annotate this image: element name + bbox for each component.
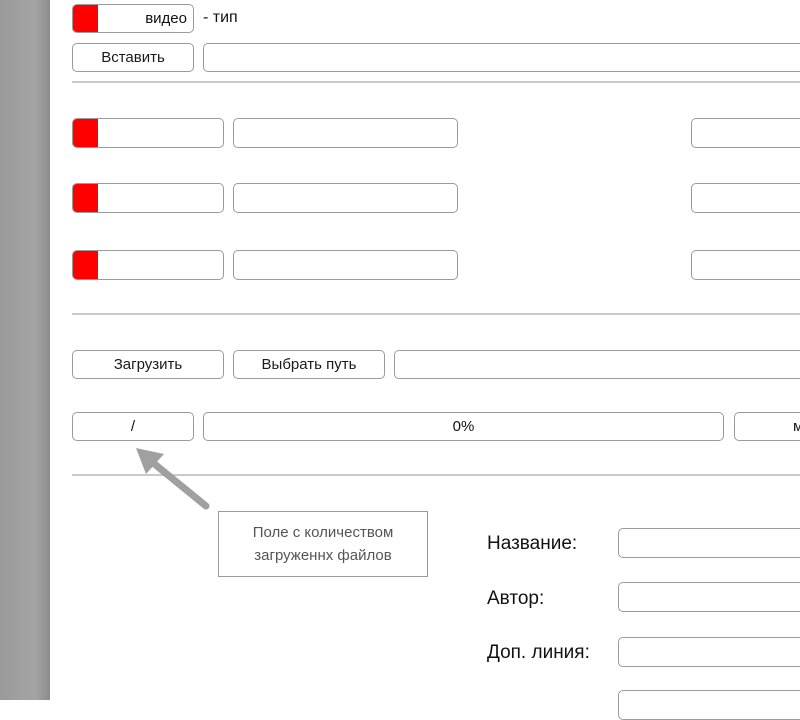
type-label: - тип	[203, 9, 238, 26]
annotation-callout: Поле с количеством загруженнх файлов	[218, 511, 428, 577]
row-field-right[interactable]	[691, 183, 800, 213]
row-field[interactable]	[233, 250, 458, 280]
toggle-indicator	[73, 251, 98, 279]
divider	[72, 81, 800, 83]
file-counter: /	[72, 412, 194, 441]
row-field[interactable]	[233, 183, 458, 213]
annotation-line-2: загруженнх файлов	[254, 547, 392, 564]
toggle-indicator	[73, 184, 98, 212]
path-field[interactable]	[394, 350, 800, 379]
row-toggle[interactable]	[72, 118, 224, 148]
arrow-icon	[136, 448, 210, 510]
toggle-indicator	[73, 5, 98, 32]
annotation-line-1: Поле с количеством	[252, 524, 394, 541]
right-cut-button-label: м	[793, 418, 800, 435]
row-toggle[interactable]	[72, 250, 224, 280]
title-label: Название:	[487, 533, 578, 554]
extra-line-field[interactable]	[618, 637, 800, 667]
title-field[interactable]	[618, 528, 800, 558]
window-shadow	[0, 0, 50, 700]
type-toggle[interactable]: видео	[72, 4, 194, 33]
divider	[72, 313, 800, 315]
row-field-right[interactable]	[691, 118, 800, 148]
choose-path-button[interactable]: Выбрать путь	[233, 350, 385, 379]
row-field[interactable]	[233, 118, 458, 148]
extra-line-label: Доп. линия:	[487, 642, 590, 663]
next-field[interactable]	[618, 690, 800, 720]
insert-field[interactable]	[203, 43, 800, 72]
upload-button[interactable]: Загрузить	[72, 350, 224, 379]
row-field-right[interactable]	[691, 250, 800, 280]
progress-bar: 0%	[203, 412, 724, 441]
progress-text: 0%	[452, 418, 475, 435]
author-field[interactable]	[618, 582, 800, 612]
author-label: Автор:	[487, 588, 545, 609]
right-cut-button[interactable]: м	[734, 412, 800, 441]
row-toggle[interactable]	[72, 183, 224, 213]
toggle-indicator	[73, 119, 98, 147]
type-toggle-label: видео	[145, 10, 187, 27]
insert-button[interactable]: Вставить	[72, 43, 194, 72]
